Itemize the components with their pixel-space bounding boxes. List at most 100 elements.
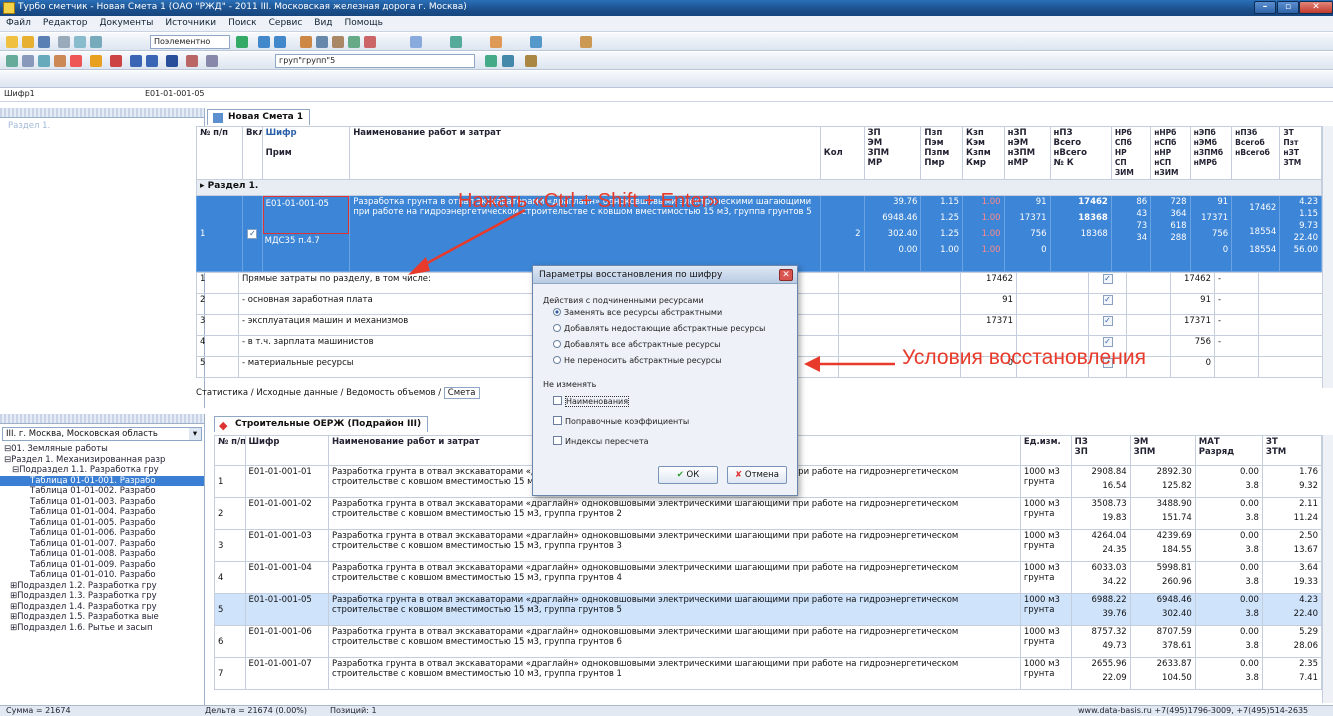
col-c2[interactable]: Пзп Пэм Пзпм Пмр	[920, 126, 963, 180]
tab-norms[interactable]: ◆ Строительные ОЕРЖ (Подрайон III)	[214, 416, 429, 432]
apply-icon[interactable]	[485, 55, 497, 67]
option-replace-all[interactable]: Заменять все ресурсы абстрактными	[553, 308, 722, 317]
summary-checkbox[interactable]: ✓	[1088, 293, 1127, 315]
address-value[interactable]: E01-01-001-05	[145, 89, 205, 98]
maximize-button[interactable]: ▫	[1277, 1, 1299, 14]
open-icon[interactable]	[22, 36, 34, 48]
tree-item[interactable]: Таблица 01-01-010. Разрабо	[0, 570, 204, 581]
ncol-mat[interactable]: МАТ Разряд	[1194, 435, 1263, 466]
menu-view[interactable]: Вид	[308, 16, 338, 28]
tree-item[interactable]: ⊟Раздел 1. Механизированная разр	[0, 455, 204, 466]
underline-icon[interactable]	[166, 55, 178, 67]
menu-search[interactable]: Поиск	[222, 16, 263, 28]
calc-icon[interactable]	[450, 36, 462, 48]
norm-row[interactable]: 6 E01-01-001-06 Разработка грунта в отвал …	[214, 625, 1322, 658]
tree-item[interactable]: Таблица 01-01-004. Разрабо	[0, 507, 204, 518]
option-add-missing[interactable]: Добавлять недостающие абстрактные ресурс…	[553, 324, 765, 333]
undo-icon[interactable]	[258, 36, 270, 48]
cancel-button[interactable]: ✘ Отмена	[727, 466, 787, 484]
chevron-down-icon[interactable]: ▾	[189, 428, 201, 440]
tool-icon[interactable]	[580, 36, 592, 48]
brush-icon[interactable]	[525, 55, 537, 67]
tree-item[interactable]: ⊞Подраздел 1.5. Разработка вые	[0, 612, 204, 623]
tree-item[interactable]: ⊞Подраздел 1.3. Разработка гру	[0, 591, 204, 602]
ncol-unit[interactable]: Ед.изм.	[1019, 435, 1072, 466]
norm-row[interactable]: 7 E01-01-001-07 Разработка грунта в отвал …	[214, 657, 1322, 690]
col-no[interactable]: № п/п	[196, 126, 243, 180]
preview-icon[interactable]	[74, 36, 86, 48]
align-icon[interactable]	[206, 55, 218, 67]
col-name[interactable]: Наименование работ и затрат	[349, 126, 821, 180]
structure-icon[interactable]	[6, 55, 18, 67]
tab-estimate[interactable]: Смета	[443, 387, 480, 399]
col-c1[interactable]: ЗП ЭМ ЗПМ МР	[863, 126, 922, 180]
col-shifr[interactable]: Шифр Прим	[261, 126, 351, 180]
row-code-cell[interactable]: E01-01-001-05 МДС35 п.4.7	[261, 195, 351, 272]
grid-icon[interactable]	[502, 55, 514, 67]
menu-service[interactable]: Сервис	[263, 16, 309, 28]
print-icon[interactable]	[58, 36, 70, 48]
dialog-close-icon[interactable]: ✕	[779, 269, 793, 281]
top-vertical-scrollbar[interactable]	[1322, 126, 1333, 388]
ncol-zt[interactable]: ЗТ ЗТМ	[1261, 435, 1322, 466]
mark-icon[interactable]	[70, 55, 82, 67]
col-c8[interactable]: нЭПб нЭМб нЗПМб нМРб	[1189, 126, 1233, 180]
col-vkl[interactable]: Вкл	[241, 126, 263, 180]
filter-icon[interactable]	[490, 36, 502, 48]
delete-icon[interactable]	[364, 36, 376, 48]
new-icon[interactable]	[6, 36, 18, 48]
redo-icon[interactable]	[274, 36, 286, 48]
ncol-em[interactable]: ЭМ ЗПМ	[1129, 435, 1196, 466]
copy-icon[interactable]	[316, 36, 328, 48]
format-icon[interactable]	[186, 55, 198, 67]
check-coefficients[interactable]: Поправочные коэффициенты	[553, 416, 689, 426]
summary-checkbox[interactable]: ✓	[1088, 314, 1127, 336]
tab-new-estimate[interactable]: Новая Смета 1	[207, 109, 311, 125]
estimate-main-row[interactable]: 1 ✓ E01-01-001-05 МДС35 п.4.7 Разработка …	[196, 195, 1322, 272]
col-c5[interactable]: нПЗ Всего нВсего № К	[1049, 126, 1112, 180]
option-no-transfer[interactable]: Не переносить абстрактные ресурсы	[553, 356, 722, 365]
mode-combo[interactable]: Поэлементно	[150, 35, 230, 49]
bottom-vertical-scrollbar[interactable]	[1322, 435, 1333, 703]
tree-item[interactable]: ⊞Подраздел 1.6. Рытье и засып	[0, 623, 204, 634]
zoom-icon[interactable]	[38, 55, 50, 67]
col-c4[interactable]: нЗП нЭМ нЗПМ нМР	[1003, 126, 1051, 180]
norm-row[interactable]: 2 E01-01-001-02 Разработка грунта в отвал …	[214, 497, 1322, 530]
tree-item[interactable]: Таблица 01-01-009. Разрабо	[0, 560, 204, 571]
tree-item[interactable]: Таблица 01-01-001. Разрабо	[0, 475, 204, 486]
col-kol[interactable]: Кол	[819, 126, 865, 180]
option-add-all[interactable]: Добавлять все абстрактные ресурсы	[553, 340, 720, 349]
insert-icon[interactable]	[410, 36, 422, 48]
star-icon[interactable]	[90, 55, 102, 67]
region-dropdown[interactable]: III. г. Москва, Московская область ▾	[2, 427, 202, 441]
menu-sources[interactable]: Источники	[159, 16, 222, 28]
group-combo[interactable]: груп"групп"5	[275, 54, 475, 68]
norm-row[interactable]: 3 E01-01-001-03 Разработка грунта в отвал …	[214, 529, 1322, 562]
cross-icon[interactable]	[110, 55, 122, 67]
find-icon[interactable]	[348, 36, 360, 48]
minimize-button[interactable]: –	[1254, 1, 1276, 14]
excel-icon[interactable]	[236, 36, 248, 48]
col-c3[interactable]: Кзп Кэм Кзпм Кмр	[962, 126, 1005, 180]
ncol-no[interactable]: № п/п	[214, 435, 246, 466]
chart-icon[interactable]	[54, 55, 66, 67]
menu-file[interactable]: Файл	[0, 16, 37, 28]
italic-icon[interactable]	[146, 55, 158, 67]
paste-icon[interactable]	[332, 36, 344, 48]
tree-item[interactable]: Таблица 01-01-002. Разрабо	[0, 486, 204, 497]
section-item[interactable]: Раздел 1.	[0, 121, 204, 132]
col-c10[interactable]: ЗТ Пзт нЗТ ЗТМ	[1279, 126, 1322, 180]
menu-documents[interactable]: Документы	[93, 16, 159, 28]
page-icon[interactable]	[90, 36, 102, 48]
tab-volumes[interactable]: Ведомость объемов	[346, 388, 435, 398]
ncol-shifr[interactable]: Шифр	[244, 435, 329, 466]
tab-statistics[interactable]: Статистика	[196, 388, 248, 398]
close-button[interactable]: ✕	[1299, 1, 1333, 14]
cut-icon[interactable]	[300, 36, 312, 48]
menu-edit[interactable]: Редактор	[37, 16, 94, 28]
summary-checkbox[interactable]: ✓	[1088, 272, 1127, 294]
tree-item[interactable]: Таблица 01-01-005. Разрабо	[0, 518, 204, 529]
tree-item[interactable]: ⊞Подраздел 1.4. Разработка гру	[0, 602, 204, 613]
ok-button[interactable]: ✔ ОК	[658, 466, 718, 484]
tree-item[interactable]: Таблица 01-01-003. Разрабо	[0, 497, 204, 508]
